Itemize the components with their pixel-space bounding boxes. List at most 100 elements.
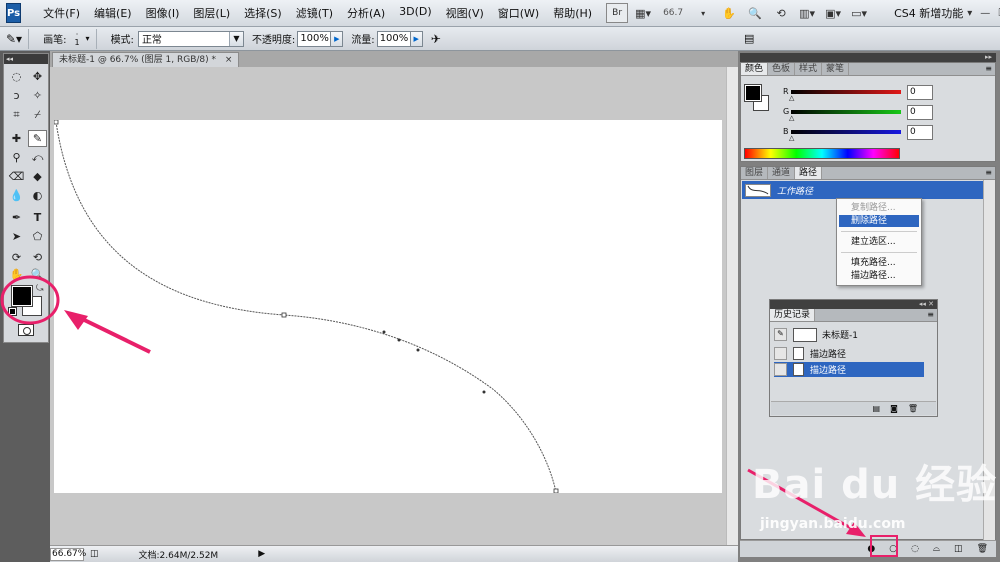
menu-filter[interactable]: 滤镜(T) [296, 5, 333, 21]
screen-mode-icon[interactable]: ▭▾ [848, 3, 870, 23]
delete-state-icon[interactable]: 🗑 [908, 404, 918, 413]
airbrush-toggle-icon[interactable]: ✈ [431, 32, 441, 46]
zoom-dropdown-icon[interactable]: ▾ [692, 3, 714, 23]
opacity-slider-arrow-icon[interactable]: ▶ [331, 30, 344, 47]
minimize-icon[interactable]: — [980, 8, 990, 19]
slider-thumb-icon[interactable]: △ [789, 94, 794, 102]
tab-swatches[interactable]: 色板 [768, 63, 796, 75]
path-selection-tool-icon[interactable]: ➤ [7, 228, 26, 245]
pen-tool-icon[interactable]: ✒ [7, 209, 26, 226]
3d-rotate-tool-icon[interactable]: ⟳ [7, 249, 26, 266]
brush-tool-icon[interactable]: ✎ [28, 130, 47, 147]
red-value-input[interactable]: 0 [907, 85, 933, 100]
green-value-input[interactable]: 0 [907, 105, 933, 120]
new-path-icon[interactable]: ◫ [954, 544, 963, 554]
red-channel-slider[interactable]: R △ 0 [783, 85, 933, 103]
history-brush-source-box[interactable] [774, 363, 787, 376]
menu-item-delete-path[interactable]: 删除路径 [839, 215, 919, 227]
eraser-tool-icon[interactable]: ⌫ [7, 168, 26, 185]
default-colors-icon[interactable] [8, 307, 17, 316]
history-snapshot-row[interactable]: ✎ 未标题-1 [774, 327, 924, 342]
menu-item-duplicate-path[interactable]: 复制路径... [839, 202, 919, 214]
slider-thumb-icon[interactable]: △ [789, 114, 794, 122]
blur-tool-icon[interactable]: 💧 [7, 187, 26, 204]
flow-slider-arrow-icon[interactable]: ▶ [410, 30, 423, 47]
history-brush-tool-icon[interactable]: ⤺ [28, 149, 47, 166]
healing-brush-tool-icon[interactable]: ✚ [7, 130, 26, 147]
document-vertical-scrollbar[interactable] [726, 67, 738, 545]
workspace-dropdown-icon[interactable]: ▾ [967, 8, 972, 19]
panel-collapse-icon[interactable]: ▸▸ [740, 53, 996, 62]
tab-layers[interactable]: 图层 [741, 167, 769, 179]
panel-dock-icon[interactable]: ▤ [744, 32, 754, 45]
green-channel-slider[interactable]: G △ 0 [783, 105, 933, 123]
menu-analysis[interactable]: 分析(A) [347, 5, 385, 21]
panel-menu-icon[interactable]: ≡ [927, 309, 937, 321]
magic-wand-tool-icon[interactable]: ✧ [28, 87, 47, 104]
make-work-path-icon[interactable]: ⌓ [933, 544, 940, 554]
canvas[interactable] [54, 120, 722, 493]
document-tab[interactable]: 未标题-1 @ 66.7% (图层 1, RGB/8) * × [52, 52, 240, 67]
menu-help[interactable]: 帮助(H) [553, 5, 592, 21]
panel-menu-icon[interactable]: ≡ [985, 167, 995, 179]
new-snapshot-icon[interactable]: ◙ [890, 404, 898, 413]
menu-file[interactable]: 文件(F) [43, 5, 80, 21]
type-tool-icon[interactable]: T [28, 209, 47, 226]
history-panel-collapse-icon[interactable]: ◂◂ ✕ [770, 300, 937, 309]
tab-channels[interactable]: 通道 [768, 167, 796, 179]
menu-item-fill-path[interactable]: 填充路径... [839, 257, 919, 269]
grid-icon[interactable]: ▥▾ [796, 3, 818, 23]
brush-tool-preset-icon[interactable]: ✎▾ [6, 32, 22, 46]
history-state-row[interactable]: 描边路径 [774, 346, 924, 361]
paint-bucket-tool-icon[interactable]: ◆ [28, 168, 47, 185]
lasso-tool-icon[interactable]: ↄ [7, 87, 26, 104]
move-tool-icon[interactable]: ✥ [28, 68, 47, 85]
history-state-row-selected[interactable]: 描边路径 [774, 362, 924, 377]
zoom-percent-field[interactable]: 66.67% [50, 547, 86, 561]
color-spectrum-bar[interactable] [744, 148, 900, 159]
workspace-switcher[interactable]: CS4 新增功能 [894, 5, 963, 21]
menu-3d[interactable]: 3D(D) [399, 5, 432, 21]
menu-layer[interactable]: 图层(L) [193, 5, 230, 21]
menu-item-stroke-path[interactable]: 描边路径... [839, 270, 919, 282]
tab-history[interactable]: 历史记录 [770, 309, 816, 321]
load-path-as-selection-icon[interactable]: ◌ [911, 544, 919, 554]
hand-tool-icon[interactable]: ✋ [718, 3, 740, 23]
snapshot-brush-source-icon[interactable]: ✎ [774, 328, 787, 341]
dodge-tool-icon[interactable]: ◐ [28, 187, 47, 204]
menu-edit[interactable]: 编辑(E) [94, 5, 132, 21]
new-document-from-state-icon[interactable]: ▤ [873, 404, 881, 413]
tab-brushes[interactable]: 蒙笔 [822, 63, 850, 75]
blue-value-input[interactable]: 0 [907, 125, 933, 140]
menu-window[interactable]: 窗口(W) [498, 5, 539, 21]
menu-image[interactable]: 图像(I) [146, 5, 180, 21]
swap-colors-icon[interactable]: ⤿ [36, 284, 44, 294]
slider-thumb-icon[interactable]: △ [789, 134, 794, 142]
menu-select[interactable]: 选择(S) [244, 5, 282, 21]
bridge-button[interactable]: Br [606, 3, 629, 23]
tab-paths[interactable]: 路径 [795, 167, 823, 179]
opacity-input[interactable]: 100% [297, 30, 332, 47]
blue-channel-slider[interactable]: B △ 0 [783, 125, 933, 143]
marquee-tool-icon[interactable]: ◌ [7, 68, 26, 85]
hand-tool-icon[interactable]: ✋ [7, 266, 26, 283]
quick-mask-icon[interactable] [18, 324, 34, 336]
3d-orbit-tool-icon[interactable]: ⟲ [28, 249, 47, 266]
toolbox-collapse-icon[interactable]: ◂◂ [4, 54, 48, 64]
menu-view[interactable]: 视图(V) [446, 5, 484, 21]
arrange-docs-icon[interactable]: ▣▾ [822, 3, 844, 23]
menu-item-make-selection[interactable]: 建立选区... [839, 236, 919, 248]
shape-tool-icon[interactable]: ⬠ [28, 228, 47, 245]
eyedropper-tool-icon[interactable]: ⌿ [28, 106, 47, 123]
zoom-tool-icon[interactable]: 🔍 [744, 3, 766, 23]
crop-tool-icon[interactable]: ⌗ [7, 106, 26, 123]
rotate-view-icon[interactable]: ⟲ [770, 3, 792, 23]
close-tab-icon[interactable]: × [225, 55, 233, 65]
flow-input[interactable]: 100% [376, 30, 411, 47]
view-extras-icon[interactable]: ▦▾ [632, 3, 654, 23]
tab-color[interactable]: 颜色 [741, 63, 769, 75]
zoom-level-display[interactable]: 66.7 [658, 3, 688, 23]
history-brush-source-box[interactable] [774, 347, 787, 360]
delete-path-icon[interactable]: 🗑 [977, 544, 988, 554]
panel-menu-icon[interactable]: ≡ [985, 63, 995, 75]
